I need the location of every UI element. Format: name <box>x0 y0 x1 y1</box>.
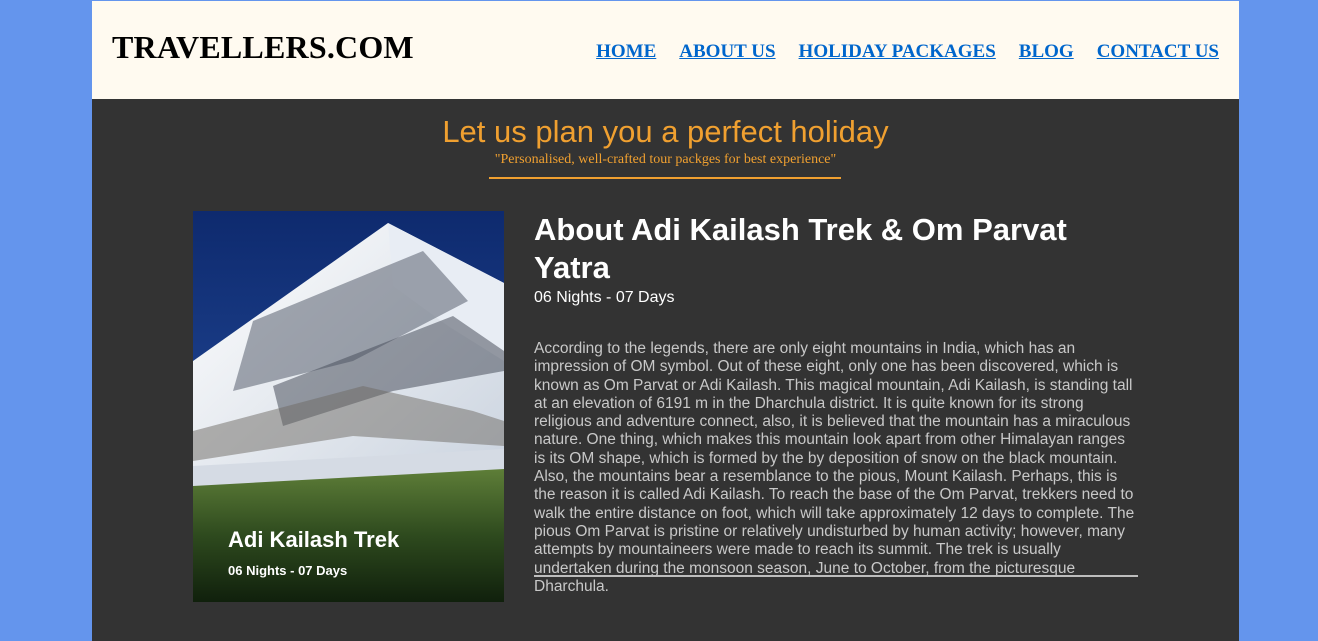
site-header: TRAVELLERS.COM HOME ABOUT US HOLIDAY PAC… <box>92 1 1239 99</box>
trek-image: Adi Kailash Trek 06 Nights - 07 Days <box>193 211 504 602</box>
trek-description: According to the legends, there are only… <box>534 340 1135 595</box>
trek-title: About Adi Kailash Trek & Om Parvat Yatra <box>534 212 1067 285</box>
hero-subtitle: "Personalised, well-crafted tour packges… <box>494 152 837 167</box>
hero-divider <box>489 177 841 179</box>
content-divider <box>534 575 1138 577</box>
trek-content: About Adi Kailash Trek & Om Parvat Yatra… <box>534 211 1138 596</box>
image-trek-title: Adi Kailash Trek <box>228 527 400 552</box>
page-container: TRAVELLERS.COM HOME ABOUT US HOLIDAY PAC… <box>92 1 1239 641</box>
trek-duration: 06 Nights - 07 Days <box>534 289 675 306</box>
nav-holiday-packages-link[interactable]: HOLIDAY PACKAGES <box>799 41 996 63</box>
image-trek-duration: 06 Nights - 07 Days <box>228 563 348 578</box>
nav-blog-link[interactable]: BLOG <box>1019 41 1074 63</box>
nav-home-link[interactable]: HOME <box>596 41 656 63</box>
nav-contact-us-link[interactable]: CONTACT US <box>1097 41 1219 63</box>
nav-about-us-link[interactable]: ABOUT US <box>679 41 775 63</box>
site-logo[interactable]: TRAVELLERS.COM <box>112 29 414 66</box>
hero-title: Let us plan you a perfect holiday <box>442 114 889 149</box>
main-nav: HOME ABOUT US HOLIDAY PACKAGES BLOG CONT… <box>596 41 1219 63</box>
